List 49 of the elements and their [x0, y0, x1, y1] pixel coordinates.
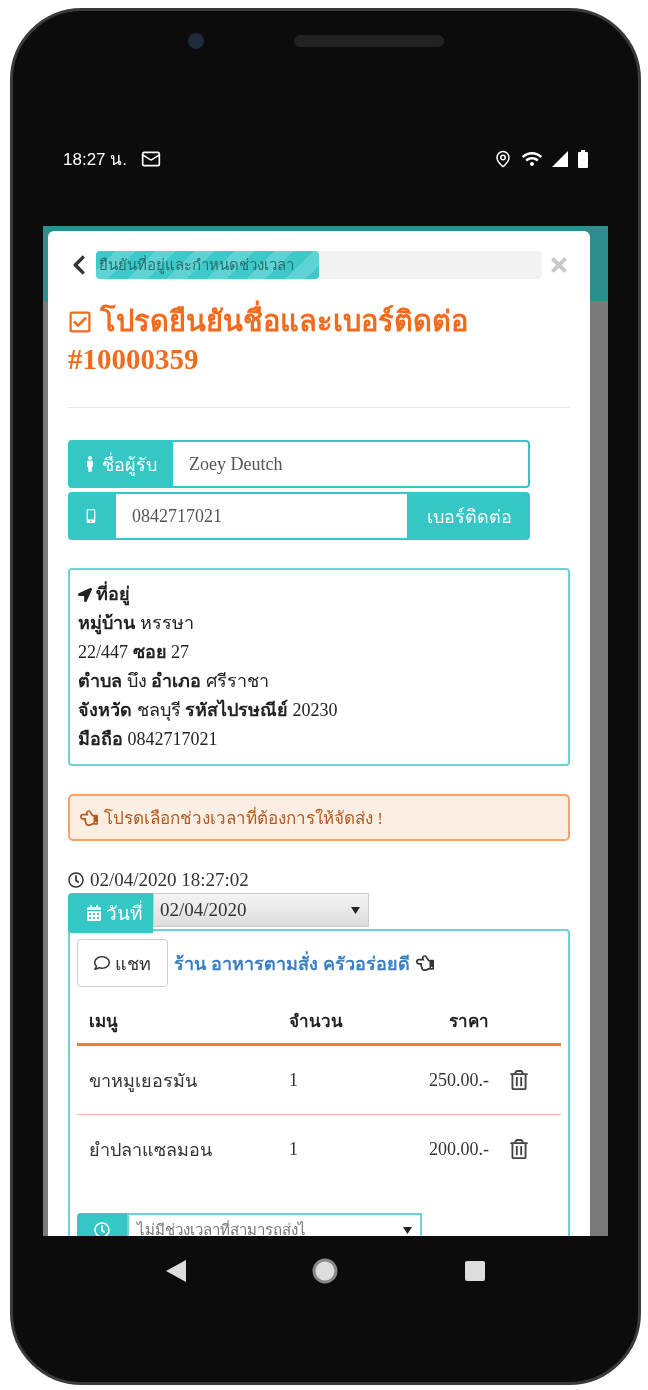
time-slot-placeholder: ไม่มีช่วงเวลาที่สามารถส่งไ — [137, 1219, 306, 1236]
trash-icon[interactable] — [509, 1139, 529, 1159]
shop-link[interactable]: ร้าน อาหารตามสั่ง ครัวอร่อยดี — [174, 948, 410, 978]
clock-icon — [68, 872, 84, 888]
recent-apps-square-icon — [464, 1261, 485, 1281]
camera-icon — [187, 33, 204, 49]
time-slot-select[interactable]: ไม่มีช่วงเวลาที่สามารถส่งไ — [127, 1213, 422, 1236]
address-line: ตำบล บึง อำเภอ ศรีราชา — [78, 670, 270, 693]
status-time: 18:27 น. — [63, 149, 127, 171]
column-header: ราคา — [448, 1010, 489, 1033]
timestamp: 02/04/2020 18:27:02 — [90, 869, 249, 891]
calendar-icon — [86, 905, 102, 921]
chat-button[interactable]: แชท — [77, 939, 168, 987]
back-triangle-icon — [166, 1260, 187, 1282]
menu-cell-text: ขาหมูเยอรมัน — [89, 1069, 198, 1094]
price-cell-text: 200.00.- — [428, 1138, 489, 1160]
address-line: หมู่บ้าน หรรษา — [78, 612, 195, 637]
column-header: จำนวน — [289, 1010, 344, 1033]
address-line: จังหวัด ชลบุรี รหัสไปรษณีย์ 20230 — [78, 698, 339, 723]
clock-icon — [94, 1222, 110, 1236]
battery-icon — [578, 149, 588, 168]
menu-cell-text: ยำปลาแซลมอน — [89, 1138, 213, 1162]
quantity-cell-text: 1 — [289, 1138, 299, 1160]
caret-icon — [403, 1226, 412, 1234]
order-number: #10000359 — [68, 342, 200, 377]
column-header: เมนู — [89, 1010, 119, 1034]
alert-text: โปรดเลือกช่วงเวลาที่ต้องการให้จัดส่ง ! — [104, 804, 383, 831]
signal-icon — [552, 150, 568, 167]
progress-label: ยืนยันที่อยู่และกำหนดช่วงเวลา — [98, 254, 294, 276]
hand-pointing-icon — [80, 808, 98, 827]
caret-icon — [351, 906, 360, 914]
name-field[interactable]: Zoey Deutch — [171, 440, 530, 488]
date-select[interactable]: 02/04/2020 — [153, 893, 369, 927]
checkbox-icon — [68, 310, 92, 334]
price-cell-text: 250.00.- — [428, 1069, 489, 1091]
address-title: ที่อยู่ — [96, 580, 130, 609]
phone-field[interactable]: 0842717021 — [114, 492, 409, 540]
mobile-phone-icon — [84, 509, 98, 523]
home-circle-icon — [312, 1258, 339, 1284]
trash-icon[interactable] — [509, 1070, 529, 1090]
address-line: 22/447 ซอย 27 — [78, 641, 190, 664]
quantity-cell-text: 1 — [289, 1069, 299, 1091]
location-pin-icon — [494, 149, 512, 168]
speech-bubble-icon — [94, 955, 110, 971]
hand-pointing-icon — [416, 954, 434, 972]
address-line: มือถือ 0842717021 — [78, 728, 219, 751]
recipient-label-text: ชื่อผู้รับ — [102, 451, 157, 478]
location-arrow-icon — [78, 587, 92, 602]
date-label-text: วันที่ — [106, 898, 143, 928]
